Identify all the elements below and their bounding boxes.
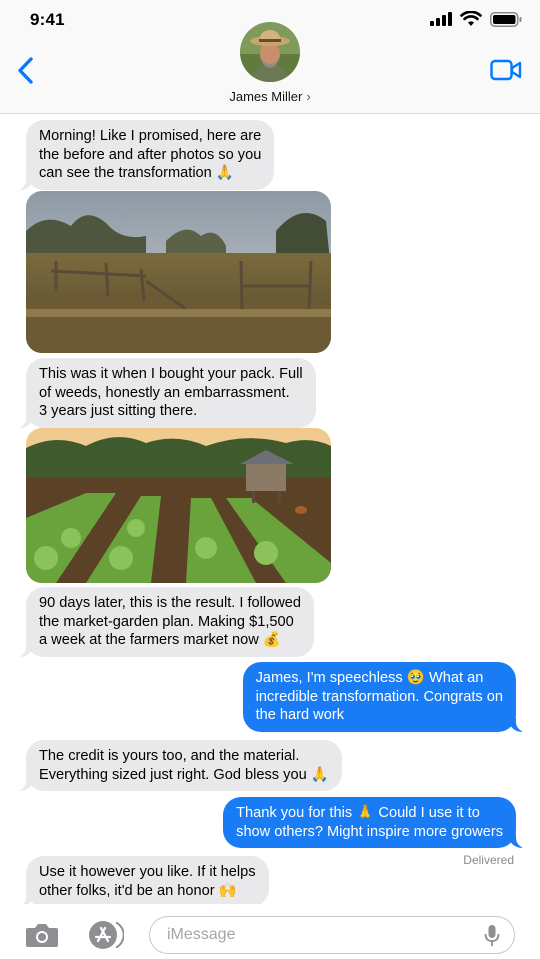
delivered-status: Delivered (463, 853, 514, 867)
microphone-icon (484, 925, 500, 946)
camera-icon (26, 924, 58, 947)
status-icons (430, 11, 522, 27)
cellular-signal-icon (430, 12, 452, 26)
dictation-button[interactable] (484, 924, 500, 948)
imessage-input[interactable] (167, 917, 467, 953)
composer-bar (0, 904, 540, 959)
message-bubble-incoming[interactable]: 90 days later, this is the result. I fol… (15, 587, 315, 657)
video-camera-icon (490, 59, 522, 81)
contact-name: James Miller (229, 89, 303, 104)
imessage-input-container (149, 916, 515, 954)
app-store-button[interactable] (86, 920, 125, 950)
app-store-icon (89, 921, 125, 949)
battery-icon (490, 11, 522, 27)
contact-name-button[interactable]: James Miller › (0, 89, 540, 104)
chevron-left-icon (18, 57, 33, 84)
back-button[interactable] (14, 56, 38, 86)
wifi-icon (460, 11, 482, 26)
conversation-header: 9:41 James Miller › (0, 0, 540, 114)
message-bubble-incoming[interactable]: This was it when I bought your pack. Ful… (16, 358, 316, 428)
after-photo-vegetable-garden (26, 428, 331, 583)
camera-button[interactable] (25, 922, 59, 948)
before-photo-overgrown-field (26, 191, 331, 353)
message-bubble-incoming[interactable]: The credit is yours too, and the materia… (16, 740, 342, 791)
message-thread[interactable]: Morning! Like I promised, here are the b… (0, 114, 540, 907)
chevron-right-icon: › (306, 89, 311, 104)
message-bubble-outgoing[interactable]: Thank you for this 🙏 Could I use it to s… (223, 797, 526, 848)
facetime-video-button[interactable] (490, 58, 522, 82)
status-time: 9:41 (30, 10, 65, 29)
contact-avatar[interactable] (240, 22, 300, 82)
photo-attachment-after[interactable] (26, 428, 331, 583)
photo-attachment-before[interactable] (26, 191, 331, 353)
message-bubble-incoming[interactable]: Use it however you like. If it helps oth… (16, 856, 269, 907)
message-bubble-outgoing[interactable]: James, I'm speechless 🥹 What an incredib… (242, 662, 527, 732)
avatar-photo-icon (240, 22, 300, 82)
message-bubble-incoming[interactable]: Morning! Like I promised, here are the b… (15, 120, 275, 190)
